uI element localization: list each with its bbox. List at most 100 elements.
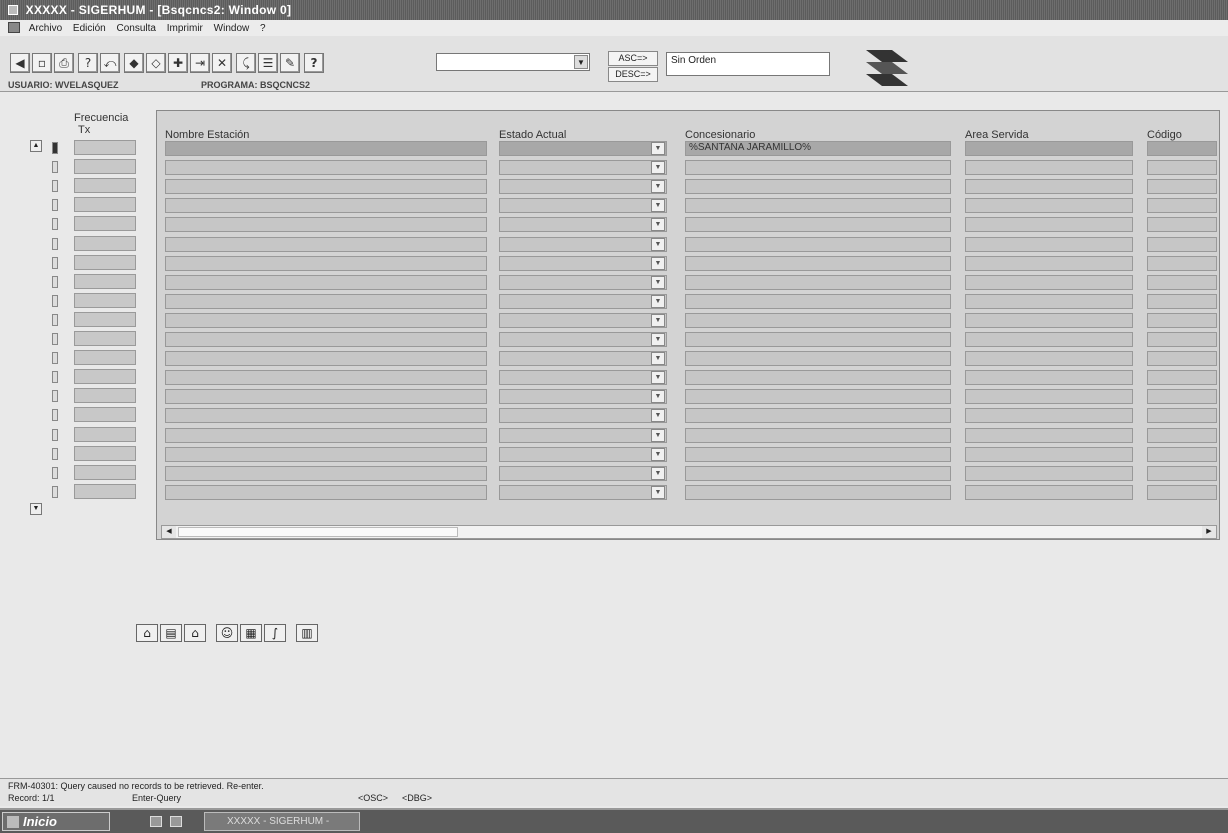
cell-concesionario[interactable] — [685, 408, 951, 423]
cell-nombre[interactable] — [165, 256, 487, 271]
cell-estado[interactable] — [499, 179, 667, 194]
cell-nombre[interactable] — [165, 237, 487, 252]
cell-estado[interactable] — [499, 447, 667, 462]
cell-estado[interactable] — [499, 466, 667, 481]
cell-area[interactable] — [965, 275, 1133, 290]
cell-concesionario[interactable] — [685, 428, 951, 443]
cell-area[interactable] — [965, 408, 1133, 423]
cell-frecuencia[interactable] — [74, 178, 136, 193]
cell-nombre[interactable] — [165, 275, 487, 290]
cell-frecuencia[interactable] — [74, 274, 136, 289]
chevron-down-icon[interactable]: ▼ — [651, 218, 665, 231]
insert-record-icon[interactable]: ✚ — [168, 53, 188, 73]
cell-concesionario[interactable] — [685, 313, 951, 328]
cell-frecuencia[interactable] — [74, 312, 136, 327]
cell-codigo[interactable] — [1147, 313, 1217, 328]
scroll-down-icon[interactable]: ▼ — [30, 503, 42, 515]
print-icon[interactable]: ⎙ — [54, 53, 74, 73]
cell-concesionario[interactable]: %SANTANA JARAMILLO% — [685, 141, 951, 156]
cell-frecuencia[interactable] — [74, 484, 136, 499]
taskbar-task-button[interactable]: XXXXX - SIGERHUM - — [204, 812, 360, 831]
cell-estado[interactable] — [499, 428, 667, 443]
cell-codigo[interactable] — [1147, 256, 1217, 271]
cell-frecuencia[interactable] — [74, 140, 136, 155]
cell-nombre[interactable] — [165, 198, 487, 213]
cell-area[interactable] — [965, 332, 1133, 347]
cell-estado[interactable] — [499, 294, 667, 309]
cell-area[interactable] — [965, 141, 1133, 156]
building-icon[interactable]: ⌂ — [184, 624, 206, 642]
people-icon[interactable]: ☺ — [216, 624, 238, 642]
cell-estado[interactable] — [499, 313, 667, 328]
horizontal-scrollbar[interactable]: ◀ ▶ — [161, 525, 1217, 539]
menu-archivo[interactable]: Archivo — [29, 23, 62, 34]
chevron-down-icon[interactable]: ▼ — [651, 295, 665, 308]
signal-icon[interactable]: ∫ — [264, 624, 286, 642]
record-indicator[interactable] — [52, 314, 58, 326]
cell-concesionario[interactable] — [685, 466, 951, 481]
record-indicator[interactable] — [52, 429, 58, 441]
window-system-icon[interactable] — [8, 5, 18, 15]
cell-frecuencia[interactable] — [74, 350, 136, 365]
cell-nombre[interactable] — [165, 466, 487, 481]
cell-nombre[interactable] — [165, 160, 487, 175]
record-indicator[interactable] — [52, 486, 58, 498]
cell-codigo[interactable] — [1147, 160, 1217, 175]
scrollbar-thumb[interactable] — [178, 527, 458, 537]
record-indicator[interactable] — [52, 218, 58, 230]
cell-codigo[interactable] — [1147, 389, 1217, 404]
menu-edicion[interactable]: Edición — [73, 23, 106, 34]
cell-codigo[interactable] — [1147, 447, 1217, 462]
chevron-down-icon[interactable]: ▼ — [574, 55, 588, 69]
cell-codigo[interactable] — [1147, 141, 1217, 156]
save-icon[interactable]: ▫ — [32, 53, 52, 73]
chevron-down-icon[interactable]: ▼ — [651, 486, 665, 499]
cell-area[interactable] — [965, 256, 1133, 271]
record-indicator[interactable] — [52, 276, 58, 288]
cell-concesionario[interactable] — [685, 217, 951, 232]
cell-nombre[interactable] — [165, 370, 487, 385]
search-icon[interactable]: ⤹ — [236, 53, 256, 73]
cell-area[interactable] — [965, 160, 1133, 175]
cell-codigo[interactable] — [1147, 408, 1217, 423]
cell-nombre[interactable] — [165, 428, 487, 443]
cell-frecuencia[interactable] — [74, 427, 136, 442]
query-select[interactable]: ▼ — [436, 53, 590, 71]
cell-estado[interactable] — [499, 370, 667, 385]
cell-estado[interactable] — [499, 389, 667, 404]
cell-frecuencia[interactable] — [74, 159, 136, 174]
cell-codigo[interactable] — [1147, 332, 1217, 347]
cell-codigo[interactable] — [1147, 294, 1217, 309]
cell-estado[interactable] — [499, 332, 667, 347]
cell-estado[interactable] — [499, 275, 667, 290]
cell-estado[interactable] — [499, 160, 667, 175]
cell-area[interactable] — [965, 237, 1133, 252]
edit-icon[interactable]: ✎ — [280, 53, 300, 73]
cell-estado[interactable] — [499, 198, 667, 213]
cell-codigo[interactable] — [1147, 198, 1217, 213]
scroll-left-icon[interactable]: ◀ — [162, 526, 176, 538]
record-indicator[interactable] — [52, 409, 58, 421]
cell-concesionario[interactable] — [685, 389, 951, 404]
record-indicator[interactable] — [52, 257, 58, 269]
asc-button[interactable]: ASC=> — [608, 51, 658, 66]
cell-nombre[interactable] — [165, 351, 487, 366]
cell-nombre[interactable] — [165, 179, 487, 194]
record-indicator[interactable] — [52, 199, 58, 211]
scroll-up-icon[interactable]: ▲ — [30, 140, 42, 152]
cell-concesionario[interactable] — [685, 160, 951, 175]
menu-consulta[interactable]: Consulta — [117, 23, 156, 34]
cell-area[interactable] — [965, 485, 1133, 500]
cell-nombre[interactable] — [165, 447, 487, 462]
cell-nombre[interactable] — [165, 332, 487, 347]
cell-estado[interactable] — [499, 408, 667, 423]
chevron-down-icon[interactable]: ▼ — [651, 314, 665, 327]
cell-estado[interactable] — [499, 217, 667, 232]
cell-concesionario[interactable] — [685, 370, 951, 385]
menu-imprimir[interactable]: Imprimir — [167, 23, 203, 34]
cell-frecuencia[interactable] — [74, 465, 136, 480]
chevron-down-icon[interactable]: ▼ — [651, 390, 665, 403]
cell-concesionario[interactable] — [685, 294, 951, 309]
record-indicator[interactable] — [52, 333, 58, 345]
cell-area[interactable] — [965, 370, 1133, 385]
